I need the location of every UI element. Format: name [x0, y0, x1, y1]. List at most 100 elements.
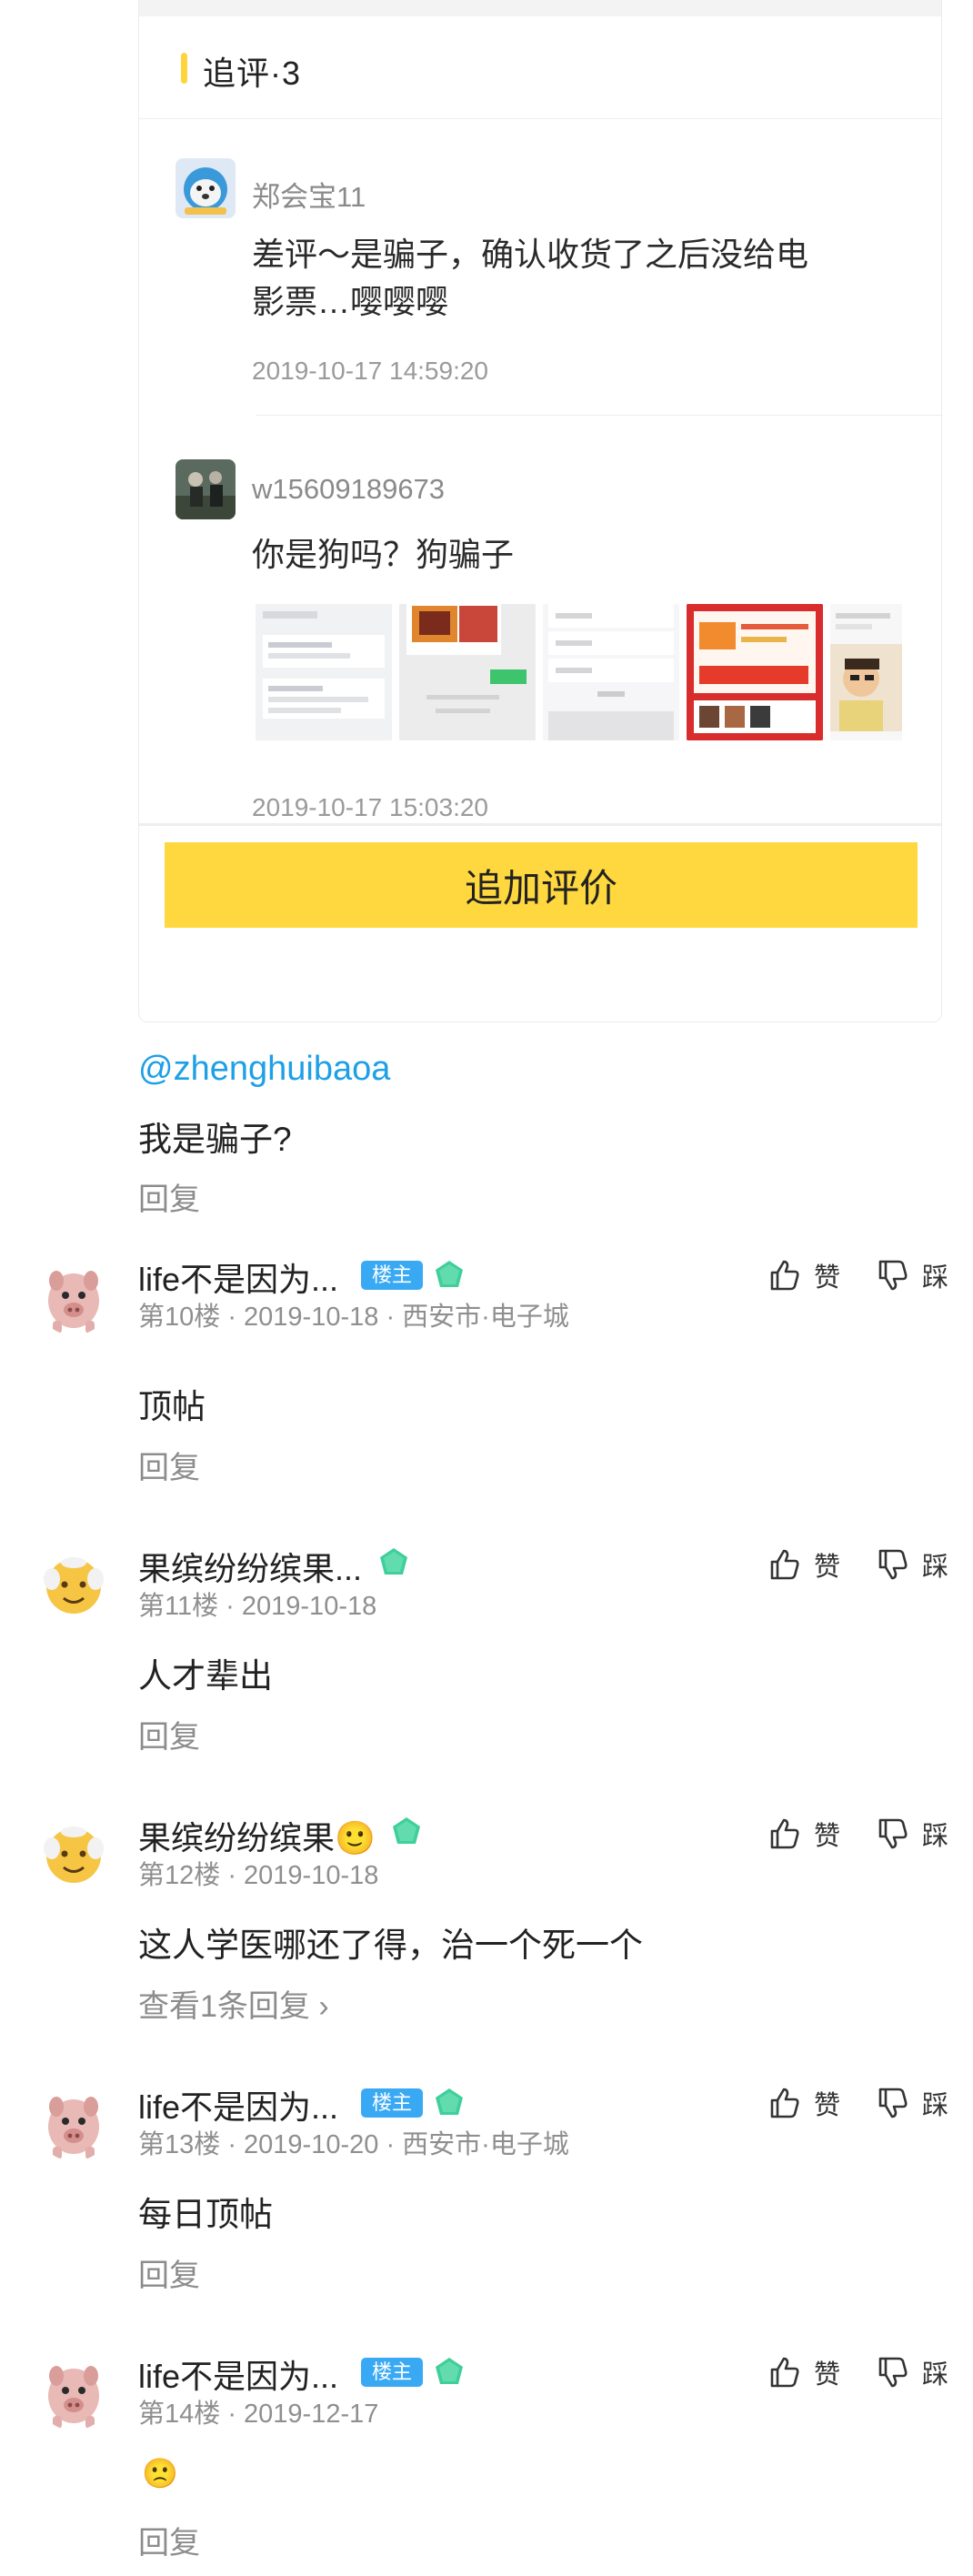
seal-avatar-icon: [176, 158, 236, 218]
comment-text: 人才辈出: [138, 1657, 273, 1695]
comment-location: 西安市·电子城: [402, 1303, 569, 1332]
floor-number: 第13楼: [138, 2130, 221, 2159]
like-button[interactable]: 赞: [767, 2083, 840, 2123]
floor-number: 第10楼: [138, 1303, 221, 1332]
avatar[interactable]: [36, 2356, 111, 2430]
thumb-down-icon: [875, 2086, 909, 2120]
comment-author[interactable]: 果缤纷纷缤果🙂: [138, 1812, 376, 1859]
like-label: 赞: [814, 2360, 841, 2390]
thumb-down-icon: [875, 1816, 909, 1851]
dislike-button[interactable]: 踩: [875, 1814, 948, 1854]
reply-button[interactable]: 回复: [138, 1712, 200, 1756]
dislike-label: 踩: [922, 2091, 949, 2120]
like-label: 赞: [814, 1553, 841, 1582]
title-accent-bar: [181, 53, 187, 84]
reply-button[interactable]: 回复: [138, 2250, 200, 2295]
comment-author[interactable]: life不是因为...: [138, 1253, 338, 1301]
floor-number: 第14楼: [138, 2400, 221, 2429]
comment-text: 每日顶帖: [138, 2196, 273, 2233]
reply-button[interactable]: 回复: [138, 1174, 200, 1219]
host-badge: 楼主: [361, 2358, 424, 2387]
followup-text: 差评～是骗子，确认收货了之后没给电影票…嘤嘤嘤: [252, 236, 809, 320]
followup-title: 追评·3: [203, 55, 302, 92]
old-man-avatar-icon: [36, 1548, 111, 1623]
thumb-down-icon: [875, 1547, 909, 1582]
followup-time: 2019-10-17 15:03:20: [252, 793, 488, 821]
level-badge-icon: [391, 1816, 422, 1846]
pig-avatar-icon: [36, 1261, 111, 1335]
like-button[interactable]: 赞: [767, 1545, 840, 1585]
comment-meta: 第13楼 · 2019-10-20 · 西安市·电子城: [138, 2130, 569, 2159]
image-thumbnail[interactable]: [830, 604, 902, 740]
comment-meta: 第14楼 · 2019-12-17: [138, 2400, 379, 2429]
level-badge-icon: [434, 1259, 465, 1290]
floor-number: 第11楼: [138, 1592, 219, 1621]
image-thumbnail[interactable]: [687, 604, 823, 740]
floor-number: 第12楼: [138, 1861, 221, 1890]
image-thumbnail[interactable]: [399, 604, 536, 740]
image-thumbnail[interactable]: [543, 604, 679, 740]
followup-user-name[interactable]: 郑会宝11: [252, 174, 366, 215]
like-button[interactable]: 赞: [767, 2352, 840, 2392]
dislike-button[interactable]: 踩: [875, 2352, 948, 2392]
dislike-label: 踩: [922, 1822, 949, 1851]
comment-date: 2019-10-18: [244, 1861, 379, 1890]
host-badge: 楼主: [361, 2088, 424, 2118]
avatar[interactable]: [36, 2087, 111, 2161]
thumb-up-icon: [767, 2355, 801, 2390]
avatar[interactable]: [176, 158, 236, 218]
dislike-button[interactable]: 踩: [875, 1255, 948, 1295]
comment-text: 顶帖: [138, 1388, 206, 1425]
thumb-up-icon: [767, 1258, 801, 1293]
level-badge-icon: [378, 1546, 409, 1577]
dislike-button[interactable]: 踩: [875, 1545, 948, 1585]
reply-button[interactable]: 回复: [138, 1443, 200, 1487]
comment-emoji: 🙁: [142, 2457, 178, 2490]
card-top-strip: [139, 0, 941, 16]
thumb-down-icon: [875, 2355, 909, 2390]
thumb-up-icon: [767, 1547, 801, 1582]
avatar[interactable]: [36, 1261, 111, 1335]
comment-author[interactable]: life不是因为...: [138, 2081, 338, 2128]
avatar[interactable]: [176, 459, 236, 519]
comment-date: 2019-10-20: [244, 2130, 379, 2159]
mention-link[interactable]: @zhenghuibaoa: [138, 1050, 390, 1089]
avatar[interactable]: [36, 1548, 111, 1623]
followup-text: 你是狗吗？狗骗子: [252, 536, 515, 573]
reply-button[interactable]: 回复: [138, 2518, 200, 2562]
photo-avatar-icon: [176, 459, 236, 519]
comment-author[interactable]: 果缤纷纷缤果...: [138, 1543, 362, 1590]
pig-avatar-icon: [36, 2356, 111, 2430]
comment-meta: 第10楼 · 2019-10-18 · 西安市·电子城: [138, 1303, 569, 1332]
comment-text: 我是骗子?: [138, 1121, 292, 1158]
comment-date: 2019-12-17: [244, 2400, 379, 2429]
like-label: 赞: [814, 1263, 841, 1293]
followup-time: 2019-10-17 14:59:20: [252, 357, 488, 385]
divider: [139, 823, 941, 826]
comment-meta: 第11楼 · 2019-10-18: [138, 1592, 377, 1621]
comment-date: 2019-10-18: [244, 1303, 379, 1332]
view-replies-link[interactable]: 查看1条回复 ›: [138, 1981, 329, 2026]
followup-card: 追评·3 郑会宝11 差评～是骗子，确认收货了之后没给电影票…嘤嘤嘤 2019-…: [138, 0, 943, 1022]
avatar[interactable]: [36, 1817, 111, 1892]
like-button[interactable]: 赞: [767, 1255, 840, 1295]
old-man-avatar-icon: [36, 1817, 111, 1892]
comment-date: 2019-10-18: [241, 1592, 377, 1621]
like-button[interactable]: 赞: [767, 1814, 840, 1854]
dislike-label: 踩: [922, 2360, 949, 2390]
pig-avatar-icon: [36, 2087, 111, 2161]
add-review-button[interactable]: 追加评价: [165, 842, 918, 928]
host-badge: 楼主: [361, 1261, 424, 1290]
followup-header: 追评·3: [139, 16, 941, 119]
comment-meta: 第12楼 · 2019-10-18: [138, 1861, 379, 1890]
thumb-up-icon: [767, 1816, 801, 1851]
image-thumbnail[interactable]: [256, 604, 392, 740]
dislike-button[interactable]: 踩: [875, 2083, 948, 2123]
thumb-down-icon: [875, 1258, 909, 1293]
comment-author[interactable]: life不是因为...: [138, 2350, 338, 2398]
like-label: 赞: [814, 2091, 841, 2120]
like-label: 赞: [814, 1822, 841, 1851]
dislike-label: 踩: [922, 1553, 949, 1582]
level-badge-icon: [434, 2087, 465, 2118]
followup-user-name[interactable]: w15609189673: [252, 473, 445, 506]
